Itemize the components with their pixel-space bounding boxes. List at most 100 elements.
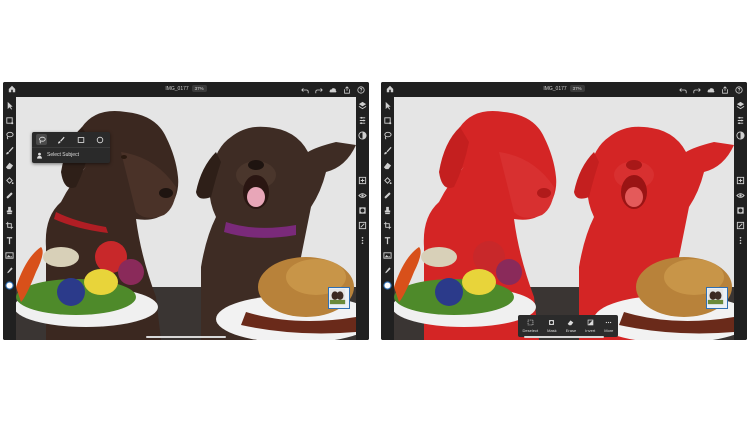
invert-icon [587,319,594,326]
eyedropper-icon[interactable] [383,266,392,275]
document-title[interactable]: IMG_0177 [543,86,566,92]
type-icon[interactable] [5,236,14,245]
lasso-icon[interactable] [5,131,14,140]
top-icons [679,85,743,94]
mask-label: Mask [547,328,557,333]
color-swatch-icon[interactable] [5,281,14,290]
healing-icon[interactable] [5,191,14,200]
add-layer-icon[interactable] [358,176,367,185]
erase-icon [568,320,574,326]
popup-divider [32,147,110,148]
more-icon[interactable] [358,236,367,245]
layer-properties-icon[interactable] [736,116,745,125]
layer-thumbnail[interactable] [328,287,350,309]
layer-thumbnail[interactable] [706,287,728,309]
select-subject-button[interactable]: Select Subject [36,150,79,160]
crop-icon[interactable] [5,221,14,230]
deselect-button[interactable]: Deselect [522,319,539,333]
home-indicator [524,336,604,338]
type-icon[interactable] [383,236,392,245]
zoom-level[interactable]: 37% [191,85,207,92]
layers-icon[interactable] [358,101,367,110]
healing-icon[interactable] [383,191,392,200]
fx-icon[interactable] [358,221,367,230]
redo-icon[interactable] [693,86,701,94]
deselect-label: Deselect [522,328,539,333]
more-icon[interactable] [736,236,745,245]
clone-icon[interactable] [383,206,392,215]
ipad-screen-after: IMG_0177 37% Deselect Mask Erase Invert … [381,82,747,340]
top-bar: IMG_0177 37% [381,82,747,97]
share-icon[interactable] [721,85,729,94]
undo-icon[interactable] [679,86,687,94]
ellipse-select-button[interactable] [95,134,106,145]
layer-properties-icon[interactable] [358,116,367,125]
eyedropper-icon[interactable] [5,266,14,275]
layers-icon[interactable] [736,101,745,110]
quick-select-button[interactable] [56,134,67,145]
crop-transform-icon[interactable] [5,116,14,125]
ellipse-marquee-icon [97,136,104,143]
left-toolbar [3,97,16,340]
mask-icon [549,320,555,325]
help-icon[interactable] [735,85,743,94]
color-swatch-icon[interactable] [383,281,392,290]
crop-icon[interactable] [383,221,392,230]
canvas[interactable] [394,97,734,340]
rectangle-marquee-icon [77,136,84,143]
selection-tools-row [32,132,110,147]
adjustments-icon[interactable] [358,131,367,140]
lasso-icon [38,136,46,144]
rectangle-select-button[interactable] [75,134,86,145]
select-arrow-icon[interactable] [383,101,392,110]
image-icon[interactable] [383,251,392,260]
fill-icon[interactable] [5,176,14,185]
cloud-icon[interactable] [329,86,337,94]
crop-transform-icon[interactable] [383,116,392,125]
select-subject-label: Select Subject [47,152,79,158]
right-toolbar [734,97,747,340]
mask-icon[interactable] [736,206,745,215]
adjustments-icon[interactable] [736,131,745,140]
more-icon [606,321,612,324]
top-bar: IMG_0177 37% [3,82,369,97]
visibility-icon[interactable] [358,191,367,200]
person-icon [37,152,42,159]
select-arrow-icon[interactable] [5,101,14,110]
eraser-icon[interactable] [383,161,392,170]
undo-icon[interactable] [301,86,309,94]
canvas[interactable]: Select Subject [16,97,356,340]
right-toolbar [356,97,369,340]
erase-button[interactable]: Erase [566,319,576,333]
top-icons [301,85,365,94]
photo-dogs-selected-mask [394,97,734,340]
image-icon[interactable] [5,251,14,260]
erase-label: Erase [565,328,577,333]
lasso-icon[interactable] [383,131,392,140]
visibility-icon[interactable] [736,191,745,200]
ipad-screen-before: IMG_0177 37% Select Subject [3,82,369,340]
zoom-level[interactable]: 37% [569,85,585,92]
invert-label: Invert [585,328,596,333]
mask-button[interactable]: Mask [547,319,557,333]
lasso-select-button[interactable] [36,134,48,145]
dogs-thumbnail-icon [329,288,346,305]
quick-select-brush-icon [58,136,65,144]
document-title[interactable]: IMG_0177 [165,86,188,92]
mask-icon[interactable] [358,206,367,215]
brush-icon[interactable] [383,146,392,155]
share-icon[interactable] [343,85,351,94]
eraser-icon[interactable] [5,161,14,170]
fill-icon[interactable] [383,176,392,185]
invert-button[interactable]: Invert [585,319,595,333]
fx-icon[interactable] [736,221,745,230]
clone-icon[interactable] [5,206,14,215]
brush-icon[interactable] [5,146,14,155]
cloud-icon[interactable] [707,86,715,94]
add-layer-icon[interactable] [736,176,745,185]
deselect-icon [527,319,534,326]
redo-icon[interactable] [315,86,323,94]
more-button[interactable]: More [604,319,613,333]
more-label: More [604,328,614,333]
help-icon[interactable] [357,85,365,94]
